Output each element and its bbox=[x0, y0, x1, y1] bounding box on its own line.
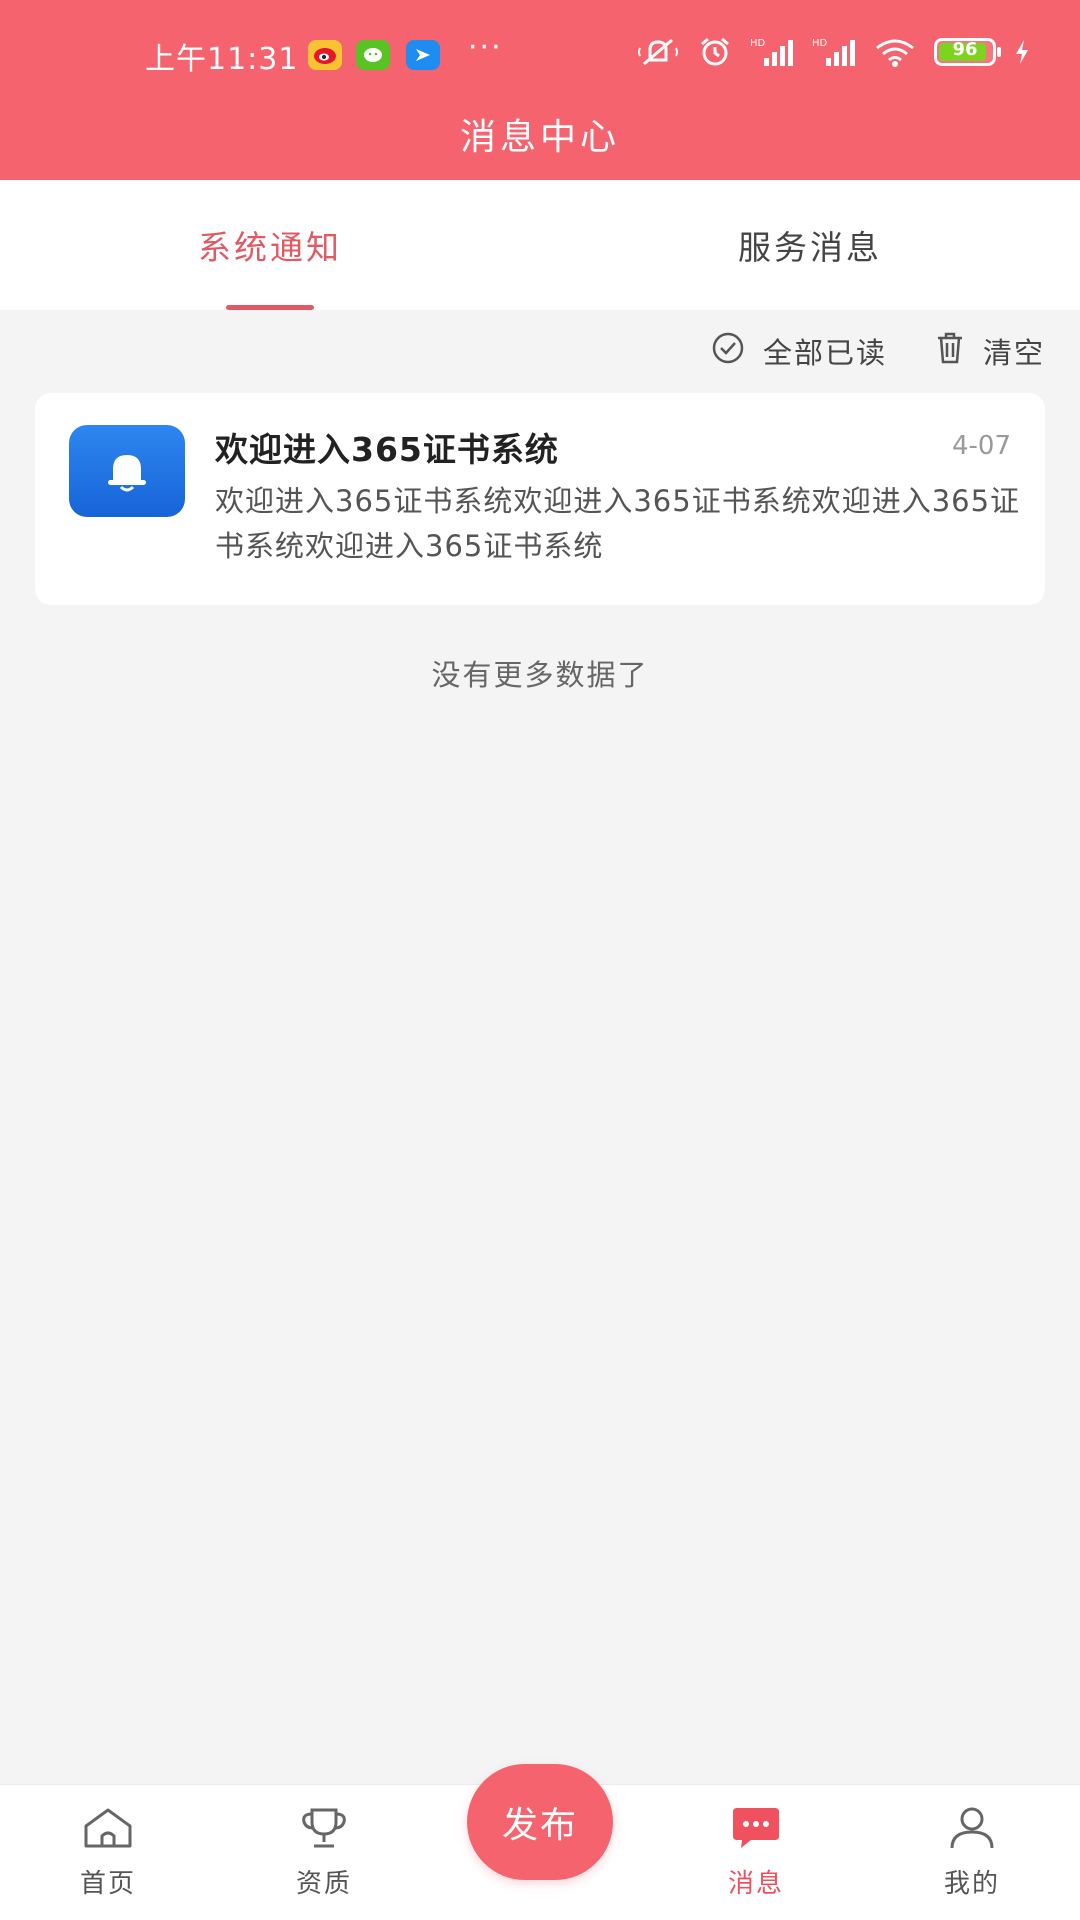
system-status-icons: HD HD 96 bbox=[636, 36, 1030, 68]
clear-button[interactable]: 清空 bbox=[935, 330, 1045, 372]
mark-all-read-label: 全部已读 bbox=[762, 336, 887, 370]
charging-icon bbox=[1014, 38, 1030, 66]
wechat-app-icon bbox=[356, 40, 390, 70]
message-title: 欢迎进入365证书系统 bbox=[215, 430, 559, 469]
nav-qualification[interactable]: 资质 bbox=[249, 1785, 399, 1920]
tab-service-messages[interactable]: 服务消息 bbox=[540, 180, 1080, 310]
tab-system-notifications[interactable]: 系统通知 bbox=[0, 180, 540, 310]
status-bar: 上午11:31 ··· HD HD 96 bbox=[0, 0, 1080, 110]
header-bar: 上午11:31 ··· HD HD 96 消息中心 bbox=[0, 0, 1080, 180]
message-tabs: 系统通知 服务消息 bbox=[0, 180, 1080, 310]
nav-qualification-label: 资质 bbox=[295, 1869, 352, 1899]
tab-label: 系统通知 bbox=[198, 228, 342, 267]
nav-home-label: 首页 bbox=[79, 1869, 136, 1899]
nav-profile-label: 我的 bbox=[943, 1869, 1000, 1899]
message-actions: 全部已读 清空 bbox=[711, 330, 1045, 372]
bell-icon bbox=[69, 425, 185, 517]
svg-text:HD: HD bbox=[750, 38, 766, 49]
trash-icon bbox=[935, 331, 965, 372]
battery-level: 96 bbox=[952, 39, 978, 60]
message-center-screen: 上午11:31 ··· HD HD 96 消息中心 系统通知 服务消息 全部已读… bbox=[0, 0, 1080, 1920]
weibo-app-icon bbox=[308, 40, 342, 70]
list-end-text: 没有更多数据了 bbox=[431, 658, 649, 692]
active-tab-indicator bbox=[226, 305, 314, 310]
nav-profile[interactable]: 我的 bbox=[897, 1785, 1047, 1920]
wifi-icon bbox=[874, 36, 916, 68]
alarm-icon bbox=[698, 36, 732, 68]
mark-all-read-button[interactable]: 全部已读 bbox=[711, 330, 887, 372]
mute-icon bbox=[636, 36, 680, 68]
trophy-icon bbox=[297, 1806, 351, 1857]
message-icon bbox=[729, 1806, 783, 1857]
svg-text:HD: HD bbox=[812, 38, 828, 49]
tab-label: 服务消息 bbox=[738, 228, 882, 267]
battery-icon: 96 bbox=[934, 38, 1001, 66]
more-notifications-icon: ··· bbox=[468, 30, 503, 65]
nav-messages-label: 消息 bbox=[727, 1869, 784, 1899]
feishu-app-icon bbox=[406, 40, 440, 70]
user-icon bbox=[945, 1806, 999, 1857]
home-icon bbox=[81, 1806, 135, 1857]
message-date: 4-07 bbox=[951, 431, 1011, 461]
check-circle-icon bbox=[711, 331, 745, 372]
message-card[interactable]: 欢迎进入365证书系统 4-07 欢迎进入365证书系统欢迎进入365证书系统欢… bbox=[35, 393, 1045, 605]
publish-button[interactable]: 发布 bbox=[467, 1764, 613, 1880]
clear-label: 清空 bbox=[982, 336, 1045, 370]
page-title: 消息中心 bbox=[459, 117, 620, 158]
signal-hd-icon: HD bbox=[750, 36, 794, 68]
nav-home[interactable]: 首页 bbox=[33, 1785, 183, 1920]
nav-messages[interactable]: 消息 bbox=[681, 1785, 831, 1920]
status-time: 上午11:31 bbox=[145, 42, 299, 77]
signal-hd-icon-2: HD bbox=[812, 36, 856, 68]
message-body: 欢迎进入365证书系统欢迎进入365证书系统欢迎进入365证书系统欢迎进入365… bbox=[215, 484, 1021, 563]
